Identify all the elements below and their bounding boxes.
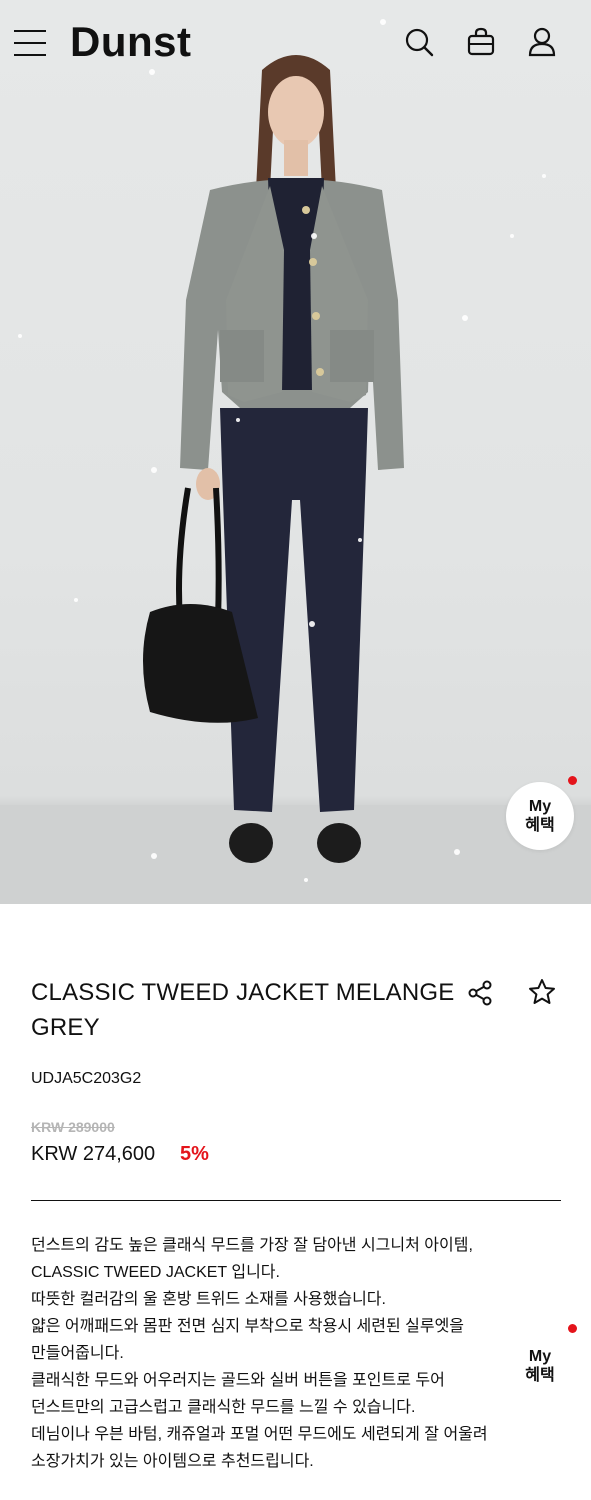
notification-dot [568, 1324, 577, 1333]
product-image[interactable]: Dunst My 혜택 [0, 0, 591, 904]
shopping-bag-icon[interactable] [465, 26, 497, 58]
product-sku: UDJA5C203G2 [31, 1070, 142, 1087]
product-title: CLASSIC TWEED JACKET MELANGE GREY [31, 979, 455, 1041]
my-benefit-label-1: My [528, 1348, 552, 1365]
my-benefit-label-2: 혜택 [525, 817, 555, 834]
wishlist-star-icon[interactable] [527, 977, 557, 1007]
brand-logo[interactable]: Dunst [70, 18, 192, 66]
divider [31, 1200, 561, 1201]
description-line: CLASSIC TWEED JACKET 입니다. [31, 1264, 280, 1281]
description-line: 데님이나 우븐 바텀, 캐쥬얼과 포멀 어떤 무드에도 세련되게 잘 어울려 [31, 1426, 488, 1443]
search-icon[interactable] [403, 26, 435, 58]
user-icon[interactable] [526, 26, 558, 58]
model-photo [0, 19, 591, 904]
description-line: 소장가치가 있는 아이템으로 추천드립니다. [31, 1453, 314, 1470]
original-price: KRW 289000 [31, 1119, 115, 1135]
notification-dot [568, 776, 577, 785]
description-line: 던스트의 감도 높은 클래식 무드를 가장 잘 담아낸 시그니처 아이템, [31, 1237, 473, 1254]
description-line: 얇은 어깨패드와 몸판 전면 심지 부착으로 착용시 세련된 실루엣을 [31, 1318, 465, 1335]
share-icon[interactable] [466, 979, 494, 1007]
description-line: 따뜻한 컬러감의 울 혼방 트위드 소재를 사용했습니다. [31, 1291, 386, 1308]
description-line: 던스트만의 고급스럽고 클래식한 무드를 느낄 수 있습니다. [31, 1399, 416, 1416]
description-line: 만들어줍니다. [31, 1345, 124, 1362]
my-benefit-button-secondary[interactable]: My 혜택 [506, 1332, 574, 1400]
my-benefit-label-1: My [528, 798, 552, 815]
sale-price: KRW 274,600 [31, 1143, 156, 1165]
product-description: 던스트의 감도 높은 클래식 무드를 가장 잘 담아낸 시그니처 아이템, CL… [31, 1232, 531, 1475]
discount-rate: 5% [180, 1143, 209, 1165]
my-benefit-button[interactable]: My 혜택 [506, 782, 574, 850]
my-benefit-label-2: 혜택 [525, 1367, 555, 1384]
top-header: Dunst [0, 0, 591, 88]
description-line: 클래식한 무드와 어우러지는 골드와 실버 버튼을 포인트로 두어 [31, 1372, 445, 1389]
menu-icon[interactable] [14, 28, 48, 58]
